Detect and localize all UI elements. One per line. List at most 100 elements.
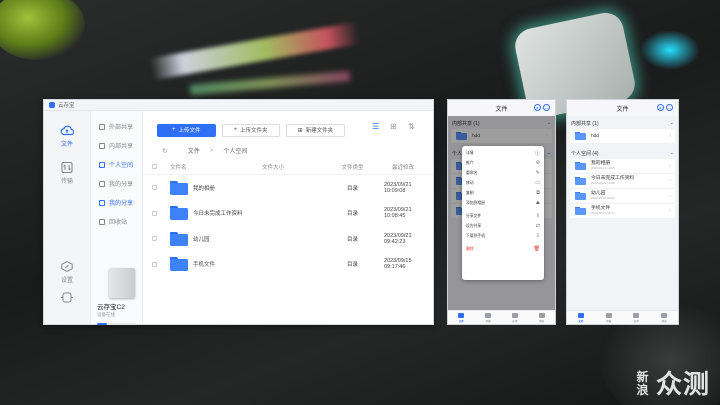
- sidebar-item-my-share-1[interactable]: 我的分享: [91, 174, 142, 193]
- menu-item[interactable]: 删除 🗑: [462, 244, 544, 254]
- tab-item[interactable]: 文件: [458, 312, 465, 323]
- share-icon: [99, 123, 105, 130]
- menu-item[interactable]: 添加到相册 ⛰: [462, 198, 544, 208]
- sort-icon[interactable]: ⇅: [408, 123, 417, 131]
- file-modified: 2023/09/15 09:17:46: [384, 258, 412, 271]
- storage-bar: [97, 323, 136, 325]
- menu-item-icon: ⇪: [535, 213, 540, 219]
- file-name: 今日未完成工作资料: [193, 211, 243, 218]
- menu-item[interactable]: 分享文件 ⇪: [462, 211, 544, 221]
- chevron-right-icon: ›: [669, 133, 671, 139]
- section-internal-share[interactable]: 内部共享 (1) ⌄: [567, 116, 678, 129]
- view-switch: ☰ ⊞ ⇅: [372, 123, 417, 131]
- tab-icon: [538, 312, 545, 318]
- sidebar-item-external-share[interactable]: 外部共享: [91, 117, 142, 136]
- rail-item-settings[interactable]: 设置: [44, 261, 90, 284]
- chevron-down-icon: ⌄: [669, 150, 674, 156]
- new-folder-button[interactable]: ⊞ 新建文件夹: [285, 123, 346, 137]
- col-modified[interactable]: 最近修改: [380, 163, 433, 171]
- more-icon[interactable]: …: [543, 104, 550, 111]
- tab-icon: [661, 312, 668, 318]
- sidebar-item-my-share-2[interactable]: 我的分享: [91, 193, 142, 212]
- col-name[interactable]: 文件名: [165, 163, 262, 171]
- col-size[interactable]: 文件大小: [262, 163, 325, 171]
- file-name: 幼儿园: [193, 236, 210, 243]
- menu-item[interactable]: 下载到手机 ⇩: [462, 231, 544, 241]
- grid-view-icon[interactable]: ⊞: [390, 123, 399, 131]
- tab-item[interactable]: 我的: [661, 312, 668, 323]
- menu-item-icon: ⓘ: [534, 150, 540, 157]
- chevron-right-icon: ›: [669, 208, 671, 214]
- rail-item-transfer[interactable]: 传输: [44, 148, 90, 185]
- sidebar-item-internal-share[interactable]: 内部共享: [91, 136, 142, 155]
- sidebar-item-recycle-bin[interactable]: 回收站: [91, 212, 142, 231]
- refresh-icon[interactable]: ↻: [162, 147, 168, 155]
- watermark-big: 众测: [655, 368, 710, 399]
- table-row[interactable]: 幼儿园 目录 2023/09/21 09:42:23: [143, 226, 433, 252]
- row-checkbox[interactable]: [151, 185, 157, 191]
- tab-item[interactable]: 传输: [605, 312, 612, 323]
- file-modified: 2023/09/21 10:09:08: [384, 181, 412, 194]
- folder-icon: [575, 207, 586, 215]
- file-type: 目录: [346, 262, 358, 269]
- row-checkbox[interactable]: [151, 210, 157, 216]
- menu-item[interactable]: 复制 ⧉: [462, 188, 544, 198]
- upload-folder-button[interactable]: + 上传文件夹: [221, 123, 280, 137]
- menu-item-icon: ⊘: [535, 160, 540, 166]
- breadcrumb-root[interactable]: 文件: [188, 146, 200, 155]
- tab-icon: [577, 312, 584, 318]
- table-row[interactable]: 今日未完成工作资料 目录 2023/09/21 10:08:45: [143, 201, 433, 227]
- tab-item[interactable]: 应用: [633, 312, 640, 323]
- select-all-checkbox[interactable]: [151, 164, 157, 169]
- sidebar-item-personal-space[interactable]: 个人空间: [91, 155, 142, 174]
- device-status: 设备在线: [97, 312, 115, 317]
- menu-item[interactable]: 推介 ⊘: [462, 158, 544, 168]
- menu-item[interactable]: 重命名 ✎: [462, 168, 544, 178]
- section-personal-space[interactable]: 个人空间 (4) ⌄: [567, 146, 678, 159]
- phone-tab-bar: 文件 传输 应用 我的: [448, 310, 555, 324]
- list-item[interactable]: 我的相册 2023-09-21 10:09 ›: [570, 159, 675, 174]
- list-item[interactable]: 今日未完成工作资料 2023-09-21 10:08 ›: [570, 174, 675, 189]
- chevron-right-icon: ›: [669, 178, 671, 184]
- rail-item-app[interactable]: [44, 284, 90, 306]
- tab-item[interactable]: 传输: [485, 312, 492, 323]
- table-row[interactable]: 我的相册 目录 2023/09/21 10:09:08: [143, 175, 433, 201]
- more-icon[interactable]: …: [666, 104, 673, 111]
- list-item[interactable]: 手机文件 2023-09-15 09:17 ›: [570, 204, 675, 219]
- list-item[interactable]: 幼儿园 2023-09-21 09:42 ›: [570, 189, 675, 204]
- row-checkbox[interactable]: [151, 236, 157, 242]
- folder-plus-icon: ⊞: [297, 127, 303, 134]
- tab-icon: [633, 312, 640, 318]
- folder-icon: [575, 132, 586, 140]
- tab-icon: [511, 312, 518, 318]
- phone-header: 文件 ⌕…: [567, 100, 678, 116]
- device-card[interactable]: 云存宝C2 设备在线: [91, 254, 142, 325]
- table-row[interactable]: 手机文件 目录 2023/09/15 09:17:46: [143, 252, 433, 278]
- menu-item[interactable]: 设为共享 ⇄: [462, 221, 544, 231]
- col-type[interactable]: 文件类型: [325, 163, 380, 171]
- watermark: 新浪 众测: [637, 371, 710, 397]
- settings-icon: [61, 261, 73, 272]
- menu-item[interactable]: 详情 ⓘ: [462, 148, 544, 158]
- row-checkbox[interactable]: [151, 261, 157, 267]
- main-panel: + 上传文件 + 上传文件夹 ⊞ 新建文件夹 ☰ ⊞ ⇅ ↻ 文件 > 个人空间 文件…: [143, 111, 433, 324]
- menu-item[interactable]: 移动 ▭: [462, 178, 544, 188]
- upload-file-button[interactable]: + 上传文件: [157, 123, 216, 137]
- phone-header: 文件 ⌕…: [448, 100, 555, 116]
- breadcrumb: ↻ 文件 > 个人空间: [143, 142, 433, 159]
- menu-item-icon: ⧉: [536, 190, 540, 196]
- list-view-icon[interactable]: ☰: [372, 123, 381, 131]
- tab-item[interactable]: 我的: [538, 312, 545, 323]
- list-item[interactable]: hdd ›: [570, 129, 675, 144]
- tab-icon: [458, 312, 465, 318]
- folder-icon: [170, 231, 188, 246]
- search-icon[interactable]: ⌕: [534, 104, 541, 111]
- menu-item-icon: ⇄: [535, 223, 540, 229]
- tab-item[interactable]: 文件: [577, 312, 584, 323]
- rail-item-files[interactable]: 文件: [44, 111, 90, 148]
- search-icon[interactable]: ⌕: [657, 104, 664, 111]
- tab-item[interactable]: 应用: [511, 312, 518, 323]
- folder-icon: [170, 257, 188, 272]
- file-type: 目录: [346, 185, 358, 192]
- folder-icon: [170, 206, 188, 221]
